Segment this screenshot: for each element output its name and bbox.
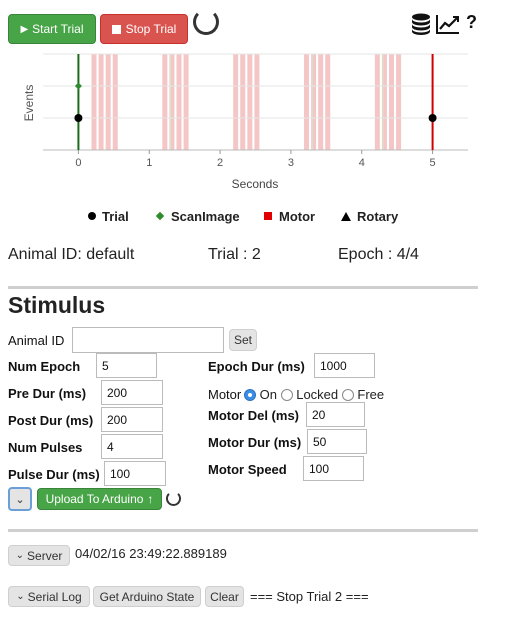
motor-pulse-band [162,54,168,150]
upload-to-arduino-button[interactable]: Upload To Arduino ↑ [37,488,162,510]
epoch-status: Epoch : 4/4 [338,246,419,263]
serial-log-toggle-button[interactable]: ⌄ Serial Log [8,586,90,607]
database-icon[interactable] [411,13,431,35]
motor-dur-input[interactable] [307,429,367,454]
start-trial-button[interactable]: ▶ Start Trial [8,14,96,44]
motor-pulse-band [396,54,402,150]
help-icon[interactable]: ? [466,12,477,33]
motor-pulse-band [374,54,380,150]
animal-id-label: Animal ID [8,333,65,348]
motor-pulse-band [98,54,104,150]
pulse-dur-label: Pulse Dur (ms) [8,467,100,482]
motor-pulse-band [240,54,246,150]
chevron-down-icon: ⌄ [15,550,25,561]
motor-label: Motor [208,387,242,402]
divider [8,286,478,289]
collapse-toggle-button[interactable]: ⌄ [8,487,32,511]
x-axis-label: Seconds [232,177,279,191]
motor-pulse-band [389,54,394,150]
y-axis-label: Events [22,85,36,122]
num-pulses-input[interactable] [101,434,163,459]
motor-dur-label: Motor Dur (ms) [208,435,302,450]
epoch-dur-label: Epoch Dur (ms) [208,359,305,374]
motor-pulse-band [91,54,97,150]
motor-radio-on[interactable]: On [244,387,277,402]
stimulus-heading: Stimulus [8,292,106,318]
legend-motor: Motor [264,209,315,224]
triangle-marker-icon [341,212,351,221]
radio-selected-icon [244,389,256,401]
x-tick-label: 0 [75,157,81,169]
motor-del-label: Motor Del (ms) [208,408,299,423]
motor-pulse-band [304,54,309,150]
epoch-dur-input[interactable] [314,353,375,378]
server-timestamp: 04/02/16 23:49:22.889189 [75,546,227,561]
set-button[interactable]: Set [229,329,257,351]
server-label: Server [27,548,63,563]
arrow-up-icon: ↑ [147,492,154,506]
motor-pulse-band [247,54,253,150]
animal-id-status: Animal ID: default [8,246,135,263]
log-message: === Stop Trial 2 === [250,589,369,604]
motor-radio-locked[interactable]: Locked [280,387,338,402]
trial-status: Trial : 2 [208,246,261,263]
play-icon: ▶ [20,23,29,35]
legend-scanimage: ScanImage [155,209,240,224]
upload-label: Upload To Arduino [45,492,144,506]
motor-pulse-band [183,54,189,150]
radio-icon [341,389,354,401]
radio-icon [280,389,293,401]
start-trial-label: Start Trial [32,22,84,36]
post-dur-input[interactable] [101,407,163,432]
chevron-down-icon: ⌄ [15,493,25,506]
diamond-marker-icon [155,211,165,221]
motor-pulse-band [318,54,324,150]
motor-pulse-band [325,54,331,150]
trial-point [74,114,83,122]
chevron-down-icon: ⌄ [16,591,25,602]
stop-trial-label: Stop Trial [125,22,177,36]
events-chart: 0 1 2 3 4 5 Events Seconds [22,53,468,191]
pre-dur-input[interactable] [101,380,163,405]
x-tick-label: 2 [217,157,223,169]
server-toggle-button[interactable]: ⌄ Server [8,545,70,566]
legend-trial: Trial [88,209,129,224]
motor-speed-input[interactable] [303,456,364,481]
motor-pulse-band [105,54,111,150]
post-dur-label: Post Dur (ms) [8,413,94,428]
motor-radio-group: On Locked Free [244,387,384,402]
motor-radio-free[interactable]: Free [341,387,384,402]
motor-speed-label: Motor Speed [208,462,287,477]
stop-icon [111,24,121,34]
stop-trial-button[interactable]: Stop Trial [100,14,188,44]
busy-spinner-icon [193,9,219,35]
motor-del-input[interactable] [306,402,365,427]
motor-pulse-band [233,54,239,150]
x-tick-label: 1 [146,157,152,169]
line-chart-icon[interactable] [436,14,460,34]
serial-log-label: Serial Log [27,589,82,604]
motor-pulse-band [176,54,182,150]
upload-spinner-icon [166,491,181,506]
x-tick-label: 4 [359,157,365,169]
num-epoch-label: Num Epoch [8,359,81,374]
pulse-dur-input[interactable] [104,461,166,486]
get-arduino-state-button[interactable]: Get Arduino State [93,586,201,607]
pre-dur-label: Pre Dur (ms) [8,386,87,401]
trial-point [428,114,437,122]
divider [8,529,478,532]
scanimage-point [74,82,82,90]
motor-pulse-band [112,54,118,150]
circle-marker-icon [88,212,96,220]
legend-rotary: Rotary [341,209,398,224]
num-epoch-input[interactable] [96,353,157,378]
motor-pulse-band [254,54,260,150]
clear-log-button[interactable]: Clear [205,586,244,607]
x-tick-label: 3 [288,157,294,169]
animal-id-input[interactable] [72,327,224,353]
square-marker-icon [264,212,272,220]
num-pulses-label: Num Pulses [8,440,83,455]
x-tick-label: 5 [430,157,436,169]
